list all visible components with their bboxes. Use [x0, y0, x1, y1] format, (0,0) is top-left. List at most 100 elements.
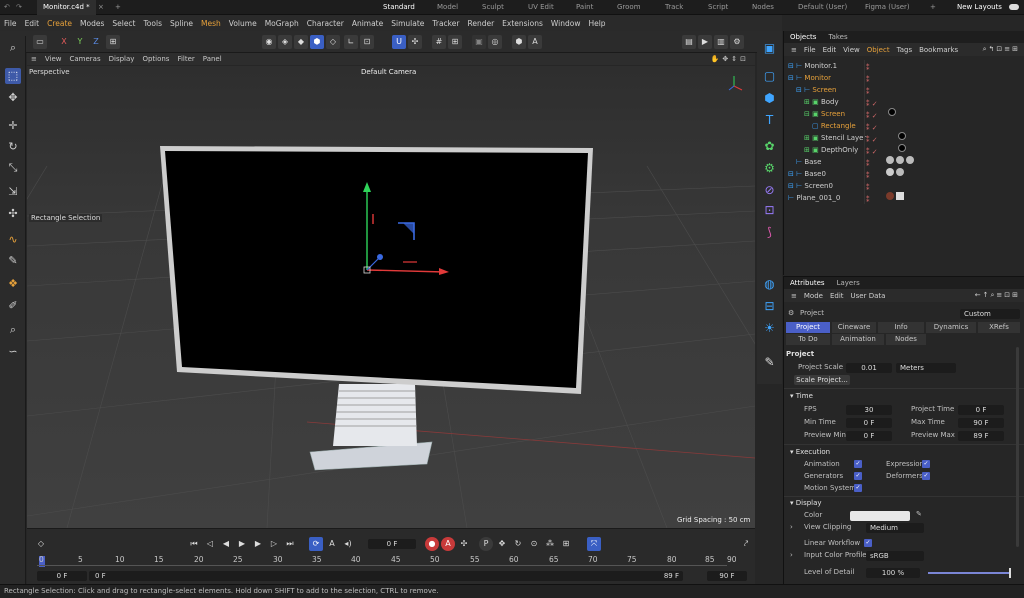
project-unit-dropdown[interactable]: Meters: [896, 363, 956, 373]
level-of-detail-slider[interactable]: [928, 568, 1011, 578]
menu-edit[interactable]: Edit: [25, 19, 40, 28]
material-tag-icon[interactable]: [896, 156, 904, 164]
layout-figma-user[interactable]: Figma (User): [865, 0, 910, 15]
menu-mograph[interactable]: MoGraph: [265, 19, 299, 28]
tree-row[interactable]: ⊟ ⊢ Screen0: [788, 180, 1024, 192]
attributes-menu-user-data[interactable]: User Data: [851, 292, 886, 300]
rectangle-selection-icon[interactable]: ⬚: [5, 68, 21, 84]
camera-icon[interactable]: ⊟: [761, 298, 778, 315]
object-axis-icon[interactable]: ⊡: [360, 35, 374, 49]
objects-menu-edit[interactable]: Edit: [823, 46, 837, 54]
sketch-icon[interactable]: ✎: [5, 253, 21, 269]
undo-icon[interactable]: ↶: [4, 0, 10, 15]
start-frame-field[interactable]: 0 F: [37, 571, 87, 581]
render-settings-icon[interactable]: ⬢: [512, 35, 526, 49]
viewport-nav-icons[interactable]: ✋✥⇕⊡: [711, 55, 749, 63]
rotate-icon[interactable]: ↻: [5, 139, 21, 155]
play-icon[interactable]: ▶: [235, 537, 249, 551]
objects-menu-file[interactable]: File: [804, 46, 816, 54]
menu-select[interactable]: Select: [112, 19, 135, 28]
new-layouts-button[interactable]: New Layouts: [957, 0, 1002, 15]
subtab-nodes[interactable]: Nodes: [886, 334, 926, 345]
viewport-menu-view[interactable]: View: [45, 55, 62, 63]
texture-mode-icon[interactable]: ◇: [326, 35, 340, 49]
prev-frame-icon[interactable]: ◀: [219, 537, 233, 551]
brush-icon[interactable]: ✐: [5, 298, 21, 314]
level-of-detail-field[interactable]: 100 %: [866, 568, 920, 578]
key-pla-icon[interactable]: ⁂: [543, 537, 557, 551]
key-grid-icon[interactable]: ⊞: [559, 537, 573, 551]
menu-volume[interactable]: Volume: [229, 19, 257, 28]
material-tag-icon[interactable]: [886, 168, 894, 176]
tab-takes[interactable]: Takes: [822, 33, 853, 41]
keyframe-selection-icon[interactable]: ✣: [457, 537, 471, 551]
light-icon[interactable]: ☀: [761, 320, 778, 337]
tree-row[interactable]: ⊟ ▣ Screen: [804, 108, 1024, 120]
lock-icon[interactable]: ▣: [472, 35, 486, 49]
menu-animate[interactable]: Animate: [352, 19, 383, 28]
level-of-detail-slider-handle[interactable]: [1009, 568, 1011, 578]
layout-paint[interactable]: Paint: [576, 0, 593, 15]
tree-row[interactable]: ⊟ ⊢ Monitor.1: [788, 60, 1024, 72]
move-icon[interactable]: ✛: [5, 118, 21, 134]
color-swatch[interactable]: [850, 511, 910, 521]
tree-row[interactable]: ⊞ ▣ Body: [804, 96, 1024, 108]
expression-checkbox[interactable]: ✓: [922, 460, 930, 468]
spline-pen-icon[interactable]: ∿: [5, 232, 21, 248]
material-tag-icon[interactable]: [896, 192, 904, 200]
add-layout-icon[interactable]: +: [930, 0, 936, 15]
polygon-pen-icon[interactable]: ❖: [5, 276, 21, 292]
render-picture-viewer-icon[interactable]: ▶: [698, 35, 712, 49]
material-tag-icon[interactable]: [886, 156, 894, 164]
layout-sculpt[interactable]: Sculpt: [482, 0, 504, 15]
motion-system-checkbox[interactable]: ✓: [854, 484, 862, 492]
layout-default-user[interactable]: Default (User): [798, 0, 847, 15]
menu-create[interactable]: Create: [47, 19, 72, 28]
toggle-switch[interactable]: [1009, 4, 1019, 10]
tree-row[interactable]: ⊟ ⊢ Monitor: [788, 72, 1024, 84]
objects-menu-object[interactable]: Object: [867, 46, 890, 54]
viewport-menu-display[interactable]: Display: [109, 55, 135, 63]
fcurve-icon[interactable]: ⤤: [739, 537, 753, 551]
preview-range-slider[interactable]: 0 F 89 F: [89, 571, 683, 581]
key-rotation-icon[interactable]: ↻: [511, 537, 525, 551]
display-section-header[interactable]: ▾ Display: [790, 499, 822, 507]
axis-x-toggle[interactable]: X: [57, 35, 71, 49]
snap-icon[interactable]: U: [392, 35, 406, 49]
tree-row[interactable]: ⊢ Plane_001_0: [788, 192, 1024, 204]
edit-render-settings-icon[interactable]: ⚙: [730, 35, 744, 49]
layout-uv-edit[interactable]: UV Edit: [528, 0, 554, 15]
add-tab-icon[interactable]: +: [115, 0, 121, 15]
edit-icon[interactable]: ✎: [761, 354, 778, 371]
layout-groom[interactable]: Groom: [617, 0, 641, 15]
redo-icon[interactable]: ↷: [16, 0, 22, 15]
render-view-icon[interactable]: ▤: [682, 35, 696, 49]
menu-window[interactable]: Window: [551, 19, 581, 28]
objects-menu-view[interactable]: View: [843, 46, 860, 54]
tree-row[interactable]: ⊞ ▣ DepthOnly: [804, 144, 1024, 156]
deformers-checkbox[interactable]: ✓: [922, 472, 930, 480]
menu-help[interactable]: Help: [588, 19, 605, 28]
fps-field[interactable]: 30: [846, 405, 892, 415]
model-mode-icon[interactable]: ▣: [761, 40, 778, 57]
subtab-project[interactable]: Project: [786, 322, 830, 333]
attributes-menu-edit[interactable]: Edit: [830, 292, 844, 300]
workplane-icon[interactable]: ⊞: [448, 35, 462, 49]
preview-range-icon[interactable]: A: [325, 537, 339, 551]
subtab-cineware[interactable]: Cineware: [832, 322, 876, 333]
autokey-icon[interactable]: A: [441, 537, 455, 551]
loop-icon[interactable]: ⟳: [309, 537, 323, 551]
deformer-icon[interactable]: ⊘: [761, 182, 778, 199]
menu-simulate[interactable]: Simulate: [391, 19, 424, 28]
goto-start-icon[interactable]: ⏮: [187, 537, 201, 551]
material-tag-icon[interactable]: [888, 108, 896, 116]
axis-y-toggle[interactable]: Y: [73, 35, 87, 49]
paint-icon[interactable]: ⌕: [5, 322, 21, 338]
key-scale-icon[interactable]: ✥: [495, 537, 509, 551]
polygons-mode-icon[interactable]: ◆: [294, 35, 308, 49]
record-icon[interactable]: ●: [425, 537, 439, 551]
cube-primitive-icon[interactable]: ▢: [761, 68, 778, 85]
subtab-xrefs[interactable]: XRefs: [978, 322, 1020, 333]
menu-mesh[interactable]: Mesh: [201, 19, 221, 28]
preview-max-field[interactable]: 89 F: [958, 431, 1004, 441]
